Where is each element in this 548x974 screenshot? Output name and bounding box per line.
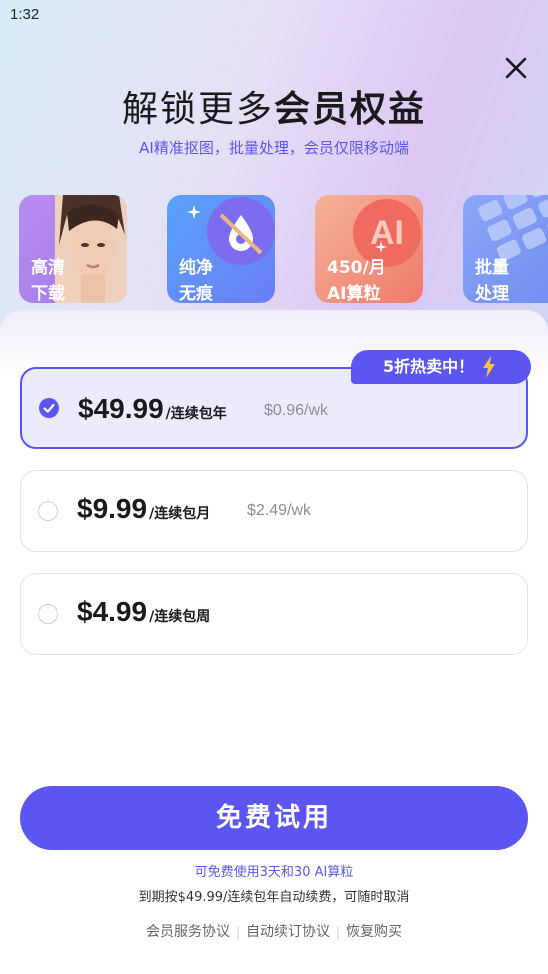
title-regular: 解锁更多 — [121, 89, 274, 130]
plan-per-week: $0.96/wk — [264, 402, 329, 419]
auto-renew-agreement-link[interactable]: 自动续订协议 — [246, 924, 330, 940]
divider: | — [235, 925, 240, 939]
title-bold: 会员权益 — [274, 89, 427, 130]
divider: | — [336, 925, 341, 939]
sparkle-icon — [375, 241, 387, 253]
promo-badge: 5折热卖中！ — [351, 350, 531, 384]
plan-price: $49.99/连续包年 — [78, 393, 227, 425]
restore-purchase-link[interactable]: 恢复购买 — [346, 924, 402, 940]
feature-label: 批量 处理 — [475, 258, 509, 303]
plan-option-weekly[interactable]: $4.99/连续包周 — [20, 573, 528, 655]
plan-period: /连续包年 — [165, 406, 227, 422]
membership-agreement-link[interactable]: 会员服务协议 — [146, 924, 230, 940]
plan-period: /连续包月 — [149, 506, 211, 522]
trial-note: 可免费使用3天和30 AI算粒 — [194, 865, 354, 880]
radio-unchecked-icon[interactable] — [38, 501, 58, 521]
promo-badge-text: 5折热卖中！ — [383, 357, 475, 376]
radio-checked-icon[interactable] — [39, 398, 59, 418]
plan-period: /连续包周 — [149, 609, 211, 625]
plan-price-value: $49.99 — [78, 393, 164, 424]
free-trial-button[interactable]: 免费试用 — [20, 786, 528, 850]
plan-price-value: $4.99 — [77, 596, 148, 627]
feature-card-ai-credits: AI 450/月 AI算粒 — [315, 195, 423, 303]
page-title: 解锁更多会员权益 — [0, 80, 548, 132]
status-time: 1:32 — [10, 6, 40, 23]
page-subtitle: AI精准抠图，批量处理，会员仅限移动端 — [139, 139, 409, 157]
renewal-note: 到期按$49.99/连续包年自动续费，可随时取消 — [138, 890, 410, 905]
plan-price-value: $9.99 — [77, 493, 148, 524]
feature-carousel[interactable]: 高清 下载 纯净 无痕 AI 450/月 AI算粒 批量 处理 — [19, 195, 548, 303]
plan-option-monthly[interactable]: $9.99/连续包月 $2.49/wk — [20, 470, 528, 552]
plan-price: $9.99/连续包月 — [77, 493, 210, 525]
no-watermark-icon — [219, 213, 263, 255]
check-icon — [43, 403, 55, 413]
feature-card-batch: 批量 处理 — [463, 195, 548, 303]
plan-per-week: $2.49/wk — [247, 502, 312, 519]
sparkle-icon — [187, 205, 201, 219]
radio-unchecked-icon[interactable] — [38, 604, 58, 624]
feature-label: 高清 下载 — [31, 258, 65, 303]
footer-links: 会员服务协议 | 自动续订协议 | 恢复购买 — [0, 921, 548, 941]
feature-label: 450/月 AI算粒 — [327, 258, 386, 303]
portrait-photo-icon — [55, 195, 127, 303]
feature-card-hd-download: 高清 下载 — [19, 195, 127, 303]
feature-card-watermark-free: 纯净 无痕 — [167, 195, 275, 303]
lightning-icon — [483, 356, 495, 378]
plan-price: $4.99/连续包周 — [77, 596, 210, 628]
feature-label: 纯净 无痕 — [179, 258, 213, 303]
